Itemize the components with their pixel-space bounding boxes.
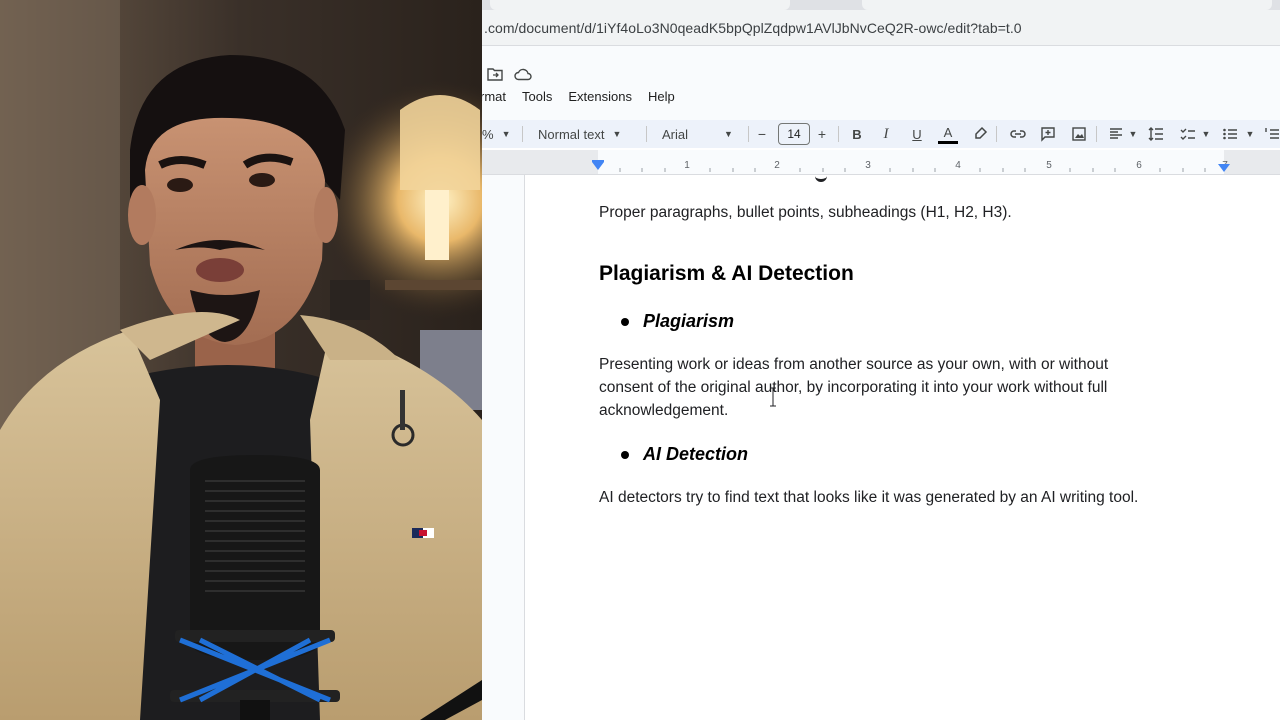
paragraph-style-select[interactable]: Normal text ▼ — [538, 120, 634, 148]
insert-link-icon[interactable] — [1008, 124, 1028, 144]
ruler-number: 6 — [1136, 160, 1142, 171]
paragraph-ai-detection-definition[interactable]: AI detectors try to find text that looks… — [599, 486, 1259, 509]
bullet-text: Plagiarism — [643, 311, 735, 331]
bulleted-list-icon[interactable] — [1220, 124, 1240, 144]
font-size-input[interactable]: 14 — [778, 123, 810, 145]
webcam-presenter-panel — [0, 0, 482, 720]
paragraph-plagiarism-definition-line-3[interactable]: acknowledgement. — [599, 399, 1189, 422]
first-line-indent-marker[interactable] — [592, 160, 604, 162]
ruler-number: 2 — [774, 160, 780, 171]
presenter-video — [0, 0, 482, 720]
address-bar[interactable]: .com/document/d/1iYf4oLo3N0qeadK5bpQplZq… — [482, 10, 1280, 46]
menu-format[interactable]: rmat — [482, 88, 514, 106]
add-comment-icon[interactable] — [1038, 124, 1058, 144]
chevron-down-icon[interactable]: ▼ — [1240, 124, 1260, 144]
folder-move-icon[interactable] — [486, 66, 504, 82]
formatting-toolbar: % ▼ Normal text ▼ Arial ▼ − 14 + B I U A — [482, 120, 1280, 148]
menu-tools[interactable]: Tools — [514, 88, 560, 106]
italic-button[interactable]: I — [876, 124, 896, 144]
bullet-dot — [621, 450, 629, 459]
underline-button[interactable]: U — [907, 124, 927, 144]
horizontal-ruler[interactable]: 1 2 3 4 5 6 7 — [482, 150, 1280, 175]
bullet-item-ai-detection[interactable]: AI Detection — [621, 444, 748, 465]
menu-bar: rmat Tools Extensions Help — [482, 88, 683, 106]
menu-extensions[interactable]: Extensions — [560, 88, 640, 106]
toolbar-divider — [838, 126, 839, 142]
tab-strip — [482, 0, 1280, 10]
menu-help[interactable]: Help — [640, 88, 683, 106]
toolbar-divider — [996, 126, 997, 142]
ruler-number: 4 — [955, 160, 961, 171]
toolbar-divider — [1096, 126, 1097, 142]
ruler-number: 3 — [865, 160, 871, 171]
bullet-item-plagiarism[interactable]: Plagiarism — [621, 311, 734, 332]
bold-button[interactable]: B — [847, 124, 867, 144]
paragraph-plagiarism-definition-line-1[interactable]: Presenting work or ideas from another so… — [599, 353, 1189, 376]
text-cursor-icon — [770, 387, 776, 407]
chevron-down-icon: ▼ — [724, 129, 733, 139]
paragraph-plagiarism-definition-line-2[interactable]: consent of the original author, by incor… — [599, 376, 1189, 399]
browser-window: .com/document/d/1iYf4oLo3N0qeadK5bpQplZq… — [482, 0, 1280, 720]
bullet-dot — [621, 317, 629, 326]
bullet-text: AI Detection — [643, 444, 749, 464]
paragraph-formatting-note[interactable]: Proper paragraphs, bullet points, subhea… — [599, 201, 1189, 224]
doc-title-icons — [486, 66, 532, 82]
chevron-down-icon[interactable]: ▼ — [1123, 124, 1143, 144]
heading-plagiarism-ai-detection[interactable]: Plagiarism & AI Detection — [599, 262, 854, 286]
line-spacing-icon[interactable] — [1146, 124, 1166, 144]
document-page[interactable]: Proper paragraphs, bullet points, subhea… — [524, 175, 1280, 720]
numbered-list-icon[interactable] — [1262, 124, 1280, 144]
text-color-button[interactable]: A — [938, 124, 958, 144]
ruler-scale: 1 2 3 4 5 6 7 — [482, 150, 1280, 174]
zoom-value: % — [482, 126, 494, 142]
chevron-down-icon: ▼ — [501, 129, 511, 139]
insert-image-icon[interactable] — [1069, 124, 1089, 144]
ruler-number: 5 — [1046, 160, 1052, 171]
decrease-font-size-button[interactable]: − — [752, 124, 772, 144]
checklist-icon[interactable] — [1178, 124, 1198, 144]
docs-header: rmat Tools Extensions Help — [482, 46, 1280, 120]
chevron-down-icon: ▼ — [612, 129, 622, 139]
paragraph-style-value: Normal text — [538, 126, 605, 142]
toolbar-divider — [748, 126, 749, 142]
toolbar-divider — [522, 126, 523, 142]
zoom-select[interactable]: % ▼ — [482, 120, 510, 148]
browser-tab[interactable] — [490, 0, 790, 10]
browser-tab-2[interactable] — [862, 0, 1272, 10]
cloud-saved-icon[interactable] — [514, 66, 532, 82]
ruler-number: 1 — [684, 160, 690, 171]
document-canvas: Proper paragraphs, bullet points, subhea… — [482, 175, 1280, 720]
increase-font-size-button[interactable]: + — [812, 124, 832, 144]
chevron-down-icon[interactable]: ▼ — [1196, 124, 1216, 144]
cropped-heading-glyph — [815, 173, 827, 182]
highlight-color-icon[interactable] — [970, 124, 990, 144]
toolbar-divider — [646, 126, 647, 142]
font-value: Arial — [662, 126, 689, 142]
font-select[interactable]: Arial ▼ — [662, 120, 736, 148]
url-text[interactable]: .com/document/d/1iYf4oLo3N0qeadK5bpQplZq… — [484, 20, 1022, 36]
